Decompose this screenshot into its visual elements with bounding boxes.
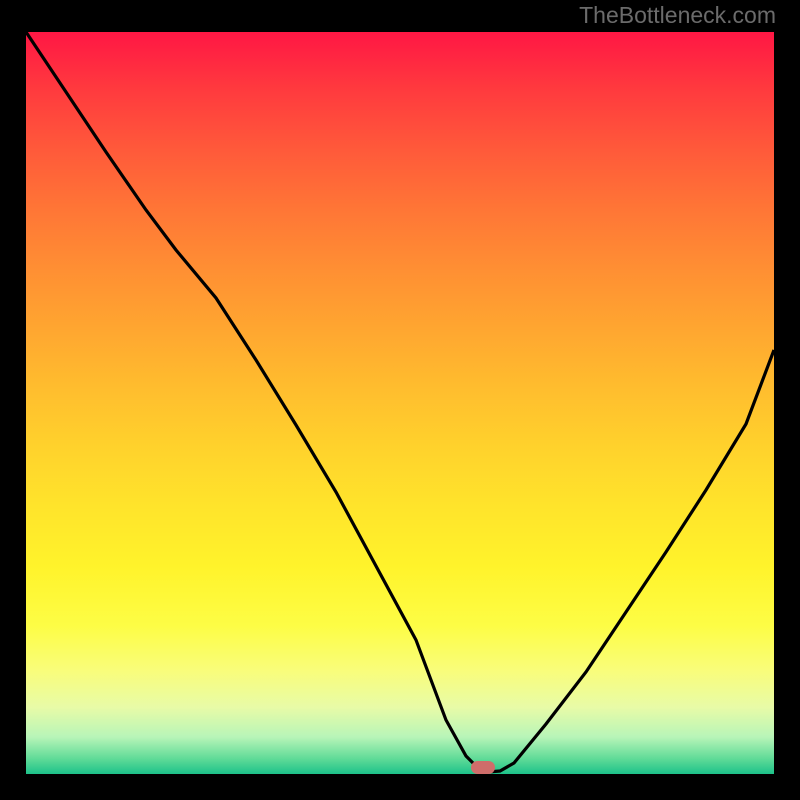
chart-frame: TheBottleneck.com (0, 0, 800, 800)
bottleneck-curve (26, 32, 774, 774)
plot-area (26, 32, 774, 774)
optimal-marker (471, 761, 495, 774)
watermark-text: TheBottleneck.com (579, 2, 776, 29)
curve-path (26, 32, 774, 772)
